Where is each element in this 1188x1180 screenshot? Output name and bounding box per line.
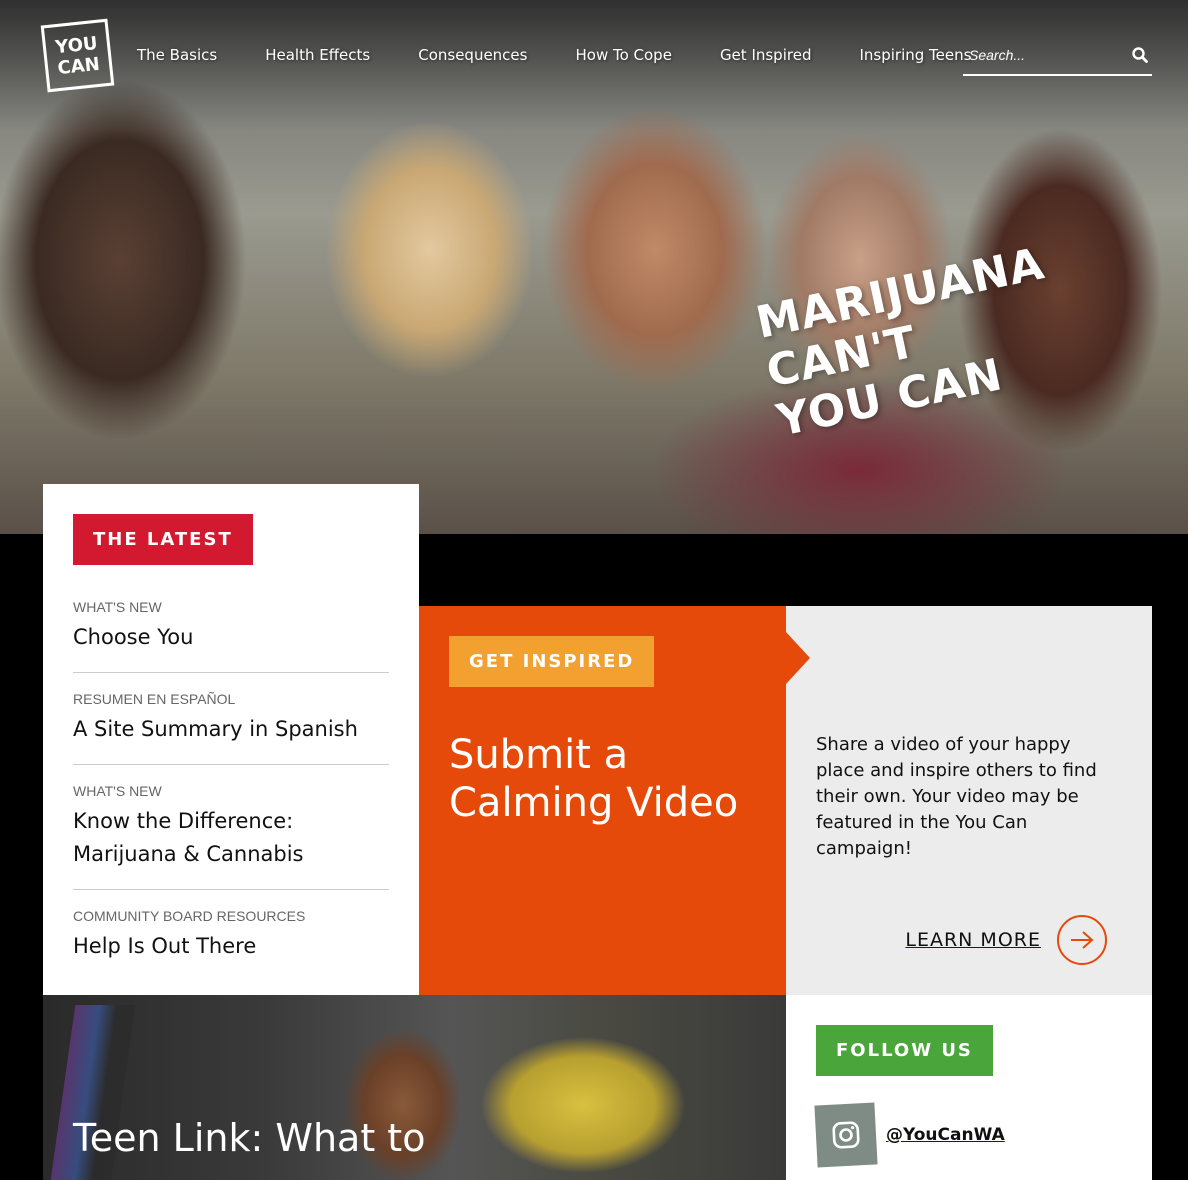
latest-item-title[interactable]: Choose You xyxy=(73,621,389,654)
latest-panel: THE LATEST WHAT'S NEW Choose You RESUMEN… xyxy=(43,484,419,995)
share-description: Share a video of your happy place and in… xyxy=(816,734,1097,859)
nav-consequences[interactable]: Consequences xyxy=(418,46,527,64)
share-card: Share a video of your happy place and in… xyxy=(786,606,1152,995)
card-pointer-arrow xyxy=(786,632,810,684)
search-box xyxy=(963,40,1152,76)
latest-item-category: WHAT'S NEW xyxy=(73,599,162,615)
teen-link-card[interactable]: Teen Link: What to xyxy=(43,995,786,1180)
learn-more-link[interactable]: LEARN MORE xyxy=(905,915,1107,965)
get-inspired-tag: GET INSPIRED xyxy=(449,636,655,687)
latest-item[interactable]: RESUMEN EN ESPAÑOL A Site Summary in Spa… xyxy=(73,691,389,765)
nav-inspiring-teens[interactable]: Inspiring Teens xyxy=(859,46,971,64)
latest-item[interactable]: WHAT'S NEW Know the Difference: Marijuan… xyxy=(73,783,389,890)
learn-more-label: LEARN MORE xyxy=(905,929,1041,951)
follow-us-tag: FOLLOW US xyxy=(816,1025,993,1076)
follow-us-card: FOLLOW US @YouCanWA xyxy=(786,995,1152,1180)
main-nav: The Basics Health Effects Consequences H… xyxy=(137,46,1019,64)
get-inspired-card[interactable]: GET INSPIRED Submit a Calming Video xyxy=(419,606,786,995)
latest-item[interactable]: COMMUNITY BOARD RESOURCES Help Is Out Th… xyxy=(73,908,389,981)
nav-the-basics[interactable]: The Basics xyxy=(137,46,217,64)
latest-item-category: WHAT'S NEW xyxy=(73,783,162,799)
latest-item-title[interactable]: Help Is Out There xyxy=(73,930,389,963)
latest-list: WHAT'S NEW Choose You RESUMEN EN ESPAÑOL… xyxy=(73,599,389,981)
instagram-handle[interactable]: @YouCanWA xyxy=(886,1125,1005,1145)
search-icon[interactable] xyxy=(1132,47,1148,63)
nav-get-inspired[interactable]: Get Inspired xyxy=(720,46,812,64)
instagram-link[interactable]: @YouCanWA xyxy=(814,1102,1122,1168)
latest-item-category: COMMUNITY BOARD RESOURCES xyxy=(73,908,306,924)
latest-item-title[interactable]: Know the Difference: Marijuana & Cannabi… xyxy=(73,805,389,871)
latest-item-title[interactable]: A Site Summary in Spanish xyxy=(73,713,389,746)
nav-health-effects[interactable]: Health Effects xyxy=(265,46,370,64)
you-can-logo[interactable]: YOU CAN xyxy=(40,18,115,93)
latest-tag: THE LATEST xyxy=(73,514,253,565)
hero-slogan: MARIJUANA CAN'T YOU CAN xyxy=(752,209,1188,447)
latest-item-category: RESUMEN EN ESPAÑOL xyxy=(73,691,236,707)
logo-line2: CAN xyxy=(56,53,101,79)
search-input[interactable] xyxy=(963,40,1113,70)
teen-link-title[interactable]: Teen Link: What to xyxy=(73,1115,425,1161)
instagram-icon[interactable] xyxy=(814,1102,878,1168)
get-inspired-title[interactable]: Submit a Calming Video xyxy=(449,731,756,827)
latest-item[interactable]: WHAT'S NEW Choose You xyxy=(73,599,389,673)
nav-how-to-cope[interactable]: How To Cope xyxy=(575,46,671,64)
hero-image: MARIJUANA CAN'T YOU CAN xyxy=(0,0,1188,534)
arrow-right-icon[interactable] xyxy=(1057,915,1107,965)
